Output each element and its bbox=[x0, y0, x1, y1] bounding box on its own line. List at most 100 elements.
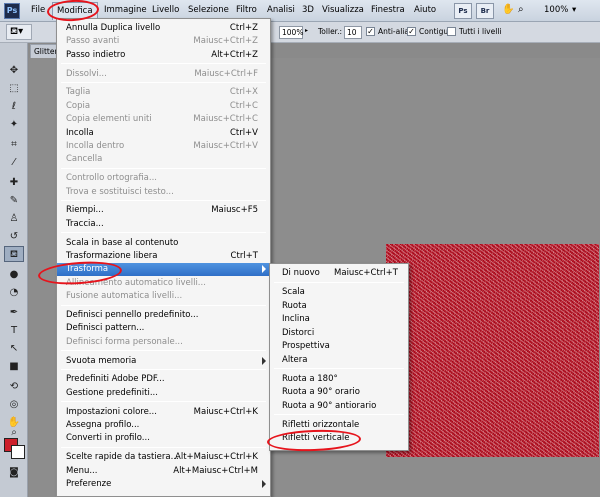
menu-filtro[interactable]: Filtro bbox=[236, 5, 257, 19]
blur-tool-icon[interactable]: ● bbox=[4, 267, 24, 283]
zoom-level[interactable]: 100% bbox=[544, 5, 568, 19]
opacity-input[interactable]: 100% bbox=[279, 26, 303, 39]
eyedropper-icon[interactable]: ⁄ bbox=[4, 155, 24, 171]
transform-submenu-item-ruota[interactable]: Ruota bbox=[270, 300, 408, 313]
edit-menu-item-preferenze[interactable]: Preferenze bbox=[57, 478, 270, 491]
edit-menu-item-shortcut: Alt+Ctrl+Z bbox=[211, 49, 258, 60]
transform-submenu-item-label: Inclina bbox=[282, 314, 310, 324]
3d-orbit-icon[interactable]: ◎ bbox=[4, 397, 24, 413]
edit-menu-item-gestione-predefiniti[interactable]: Gestione predefiniti... bbox=[57, 387, 270, 400]
3d-rotate-icon[interactable]: ⟲ bbox=[4, 379, 24, 395]
transform-submenu-item-ruota-a-90-antiorario[interactable]: Ruota a 90° antiorario bbox=[270, 400, 408, 413]
edit-menu-item-predefiniti-adobe-pdf[interactable]: Predefiniti Adobe PDF... bbox=[57, 373, 270, 386]
edit-menu-item-shortcut: Ctrl+X bbox=[229, 87, 258, 98]
edit-menu-item-label: Incolla dentro bbox=[66, 141, 125, 151]
type-tool-icon[interactable]: T bbox=[4, 323, 24, 339]
menu-finestra[interactable]: Finestra bbox=[371, 5, 405, 19]
edit-menu-item-converti-in-profilo[interactable]: Converti in profilo... bbox=[57, 432, 270, 445]
transform-submenu-item-label: Altera bbox=[282, 354, 308, 365]
marquee-tool-icon[interactable]: ⬚ bbox=[4, 81, 24, 97]
dodge-tool-icon[interactable]: ◔ bbox=[4, 285, 24, 301]
edit-menu-item-label: Incolla bbox=[66, 127, 94, 138]
transform-submenu-item-ruota-a-180[interactable]: Ruota a 180° bbox=[270, 373, 408, 386]
transform-submenu-item-label: Ruota a 90° orario bbox=[282, 387, 360, 397]
edit-menu-separator bbox=[61, 167, 266, 169]
hand-icon[interactable]: ✋ bbox=[502, 4, 514, 18]
shape-tool-icon[interactable]: ■ bbox=[4, 359, 24, 375]
transform-submenu-item-label: Ruota a 90° antiorario bbox=[282, 400, 377, 411]
transform-submenu-item-altera[interactable]: Altera bbox=[270, 354, 408, 367]
pen-tool-icon[interactable]: ✒ bbox=[4, 305, 24, 321]
paint-bucket-icon[interactable]: ⛾▾ bbox=[6, 24, 32, 40]
edit-menu-item-label: Svuota memoria bbox=[66, 355, 137, 366]
antialias-checkbox[interactable]: ✓ bbox=[366, 27, 375, 36]
tolerance-input[interactable]: 10 bbox=[344, 26, 362, 39]
transform-submenu-item-distorci[interactable]: Distorci bbox=[270, 327, 408, 340]
lasso-tool-icon[interactable]: ℓ bbox=[4, 99, 24, 115]
edit-menu-item-passo-indietro[interactable]: Passo indietro Alt+Ctrl+Z bbox=[57, 49, 270, 62]
quick-mask-icon[interactable]: ◙ bbox=[4, 465, 24, 481]
menu-immagine[interactable]: Immagine bbox=[104, 5, 147, 19]
zoom-icon[interactable]: ⌕ bbox=[518, 4, 524, 18]
edit-menu-item-label: Passo indietro bbox=[66, 49, 126, 60]
edit-menu-item-copia-elementi-uniti: Copia elementi uniti Maiusc+Ctrl+C bbox=[57, 113, 270, 126]
menu-selezione[interactable]: Selezione bbox=[188, 5, 229, 19]
transform-submenu-item-label: Prospettiva bbox=[282, 341, 330, 351]
transform-submenu-separator bbox=[274, 414, 404, 415]
clone-stamp-icon[interactable]: ♙ bbox=[4, 211, 24, 227]
edit-menu-item-copia: Copia Ctrl+C bbox=[57, 100, 270, 113]
edit-menu-item-shortcut: Maiusc+Ctrl+Z bbox=[193, 36, 258, 47]
glitter-image[interactable] bbox=[386, 244, 599, 457]
all-layers-checkbox[interactable] bbox=[447, 27, 456, 36]
transform-submenu-item-scala[interactable]: Scala bbox=[270, 286, 408, 299]
edit-menu-item-impostazioni-colore[interactable]: Impostazioni colore... Maiusc+Ctrl+K bbox=[57, 406, 270, 419]
edit-menu-item-svuota-memoria[interactable]: Svuota memoria bbox=[57, 355, 270, 368]
history-brush-icon[interactable]: ↺ bbox=[4, 229, 24, 245]
edit-menu-item-menu[interactable]: Menu... Alt+Maiusc+Ctrl+M bbox=[57, 465, 270, 478]
background-color-swatch[interactable] bbox=[11, 445, 25, 459]
opacity-chevron-icon[interactable]: ▸ bbox=[305, 27, 308, 34]
edit-menu-dropdown: Annulla Duplica livello Ctrl+Z Passo avant… bbox=[56, 18, 271, 497]
edit-menu-item-annulla-duplica-livello[interactable]: Annulla Duplica livello Ctrl+Z bbox=[57, 22, 270, 35]
edit-menu-item-passo-avanti: Passo avanti Maiusc+Ctrl+Z bbox=[57, 35, 270, 48]
edit-menu-item-riempi[interactable]: Riempi... Maiusc+F5 bbox=[57, 204, 270, 217]
move-tool-icon[interactable]: ✥ bbox=[4, 63, 24, 79]
bridge-icon[interactable]: Br bbox=[476, 3, 494, 19]
crop-tool-icon[interactable]: ⌗ bbox=[4, 137, 24, 153]
path-select-icon[interactable]: ↖ bbox=[4, 341, 24, 357]
transform-submenu-separator bbox=[274, 281, 404, 283]
transform-submenu-item-inclina[interactable]: Inclina bbox=[270, 313, 408, 326]
edit-menu-item-trova-e-sostituisci-testo: Trova e sostituisci testo... bbox=[57, 186, 270, 199]
chevron-down-icon[interactable]: ▾ bbox=[572, 5, 576, 19]
edit-menu-item-assegna-profilo[interactable]: Assegna profilo... bbox=[57, 419, 270, 432]
transform-submenu-item-prospettiva[interactable]: Prospettiva bbox=[270, 340, 408, 353]
menu-livello[interactable]: Livello bbox=[152, 5, 179, 19]
contiguous-checkbox[interactable]: ✓ bbox=[407, 27, 416, 36]
menu-aiuto[interactable]: Aiuto bbox=[414, 5, 436, 19]
edit-menu-item-shortcut: Maiusc+Ctrl+F bbox=[194, 68, 258, 79]
transform-submenu-item-rifletti-orizzontale[interactable]: Rifletti orizzontale bbox=[270, 419, 408, 432]
edit-menu-item-definisci-pattern[interactable]: Definisci pattern... bbox=[57, 322, 270, 335]
ps-launch-icon[interactable]: Ps bbox=[454, 3, 472, 19]
menu-3d[interactable]: 3D bbox=[302, 5, 314, 19]
transform-submenu-item-label: Distorci bbox=[282, 327, 315, 338]
menu-file[interactable]: File bbox=[31, 5, 45, 19]
edit-menu-item-incolla[interactable]: Incolla Ctrl+V bbox=[57, 127, 270, 140]
edit-menu-item-scelte-rapide-da-tastiera[interactable]: Scelte rapide da tastiera... Alt+Maiusc+C… bbox=[57, 451, 270, 464]
transform-submenu-item-di-nuovo[interactable]: Di nuovo Maiusc+Ctrl+T bbox=[270, 267, 408, 280]
edit-menu-item-definisci-pennello-predefinito[interactable]: Definisci pennello predefinito... bbox=[57, 309, 270, 322]
healing-brush-icon[interactable]: ✚ bbox=[4, 175, 24, 191]
paint-bucket-tool-icon[interactable]: ⛾ bbox=[4, 246, 24, 262]
menu-visualizza[interactable]: Visualizza bbox=[322, 5, 364, 19]
edit-menu-item-label: Menu... bbox=[66, 465, 98, 476]
brush-tool-icon[interactable]: ✎ bbox=[4, 193, 24, 209]
edit-menu-item-label: Trasformazione libera bbox=[66, 251, 158, 261]
magic-wand-icon[interactable]: ✦ bbox=[4, 117, 24, 133]
menu-analisi[interactable]: Analisi bbox=[267, 5, 295, 19]
edit-menu-item-scala-in-base-al-contenuto[interactable]: Scala in base al contenuto bbox=[57, 237, 270, 250]
edit-menu-item-traccia[interactable]: Traccia... bbox=[57, 218, 270, 231]
edit-menu-item-label: Converti in profilo... bbox=[66, 433, 150, 444]
transform-submenu-item-ruota-a-90-orario[interactable]: Ruota a 90° orario bbox=[270, 386, 408, 399]
transform-submenu-item-label: Ruota a 180° bbox=[282, 373, 338, 384]
edit-menu-item-shortcut: Ctrl+C bbox=[229, 100, 258, 111]
